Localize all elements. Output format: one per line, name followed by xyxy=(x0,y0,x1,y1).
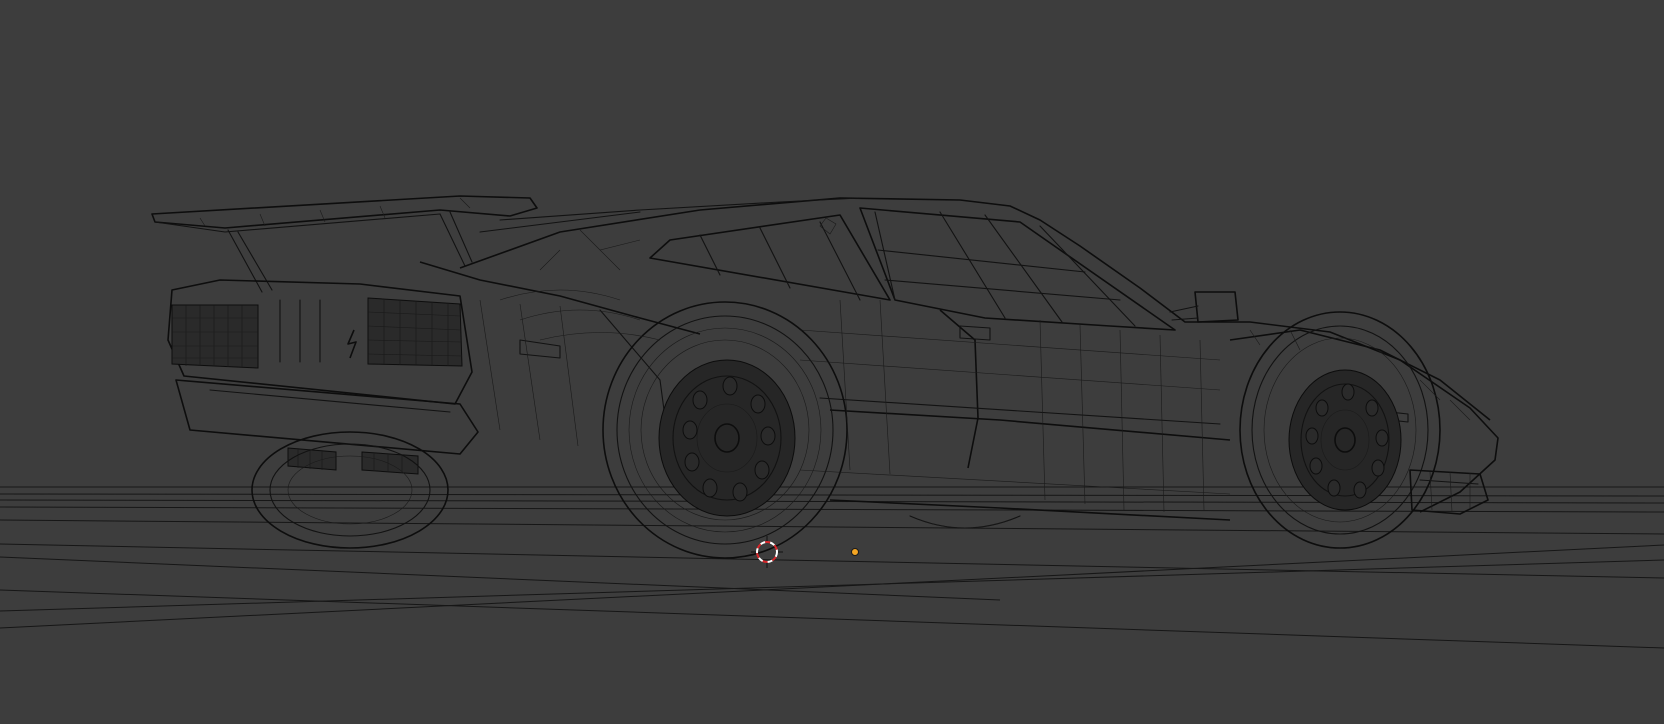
wireframe-scene[interactable] xyxy=(0,0,1664,724)
rear-right-wheel xyxy=(602,301,848,559)
front-right-wheel xyxy=(1239,311,1441,549)
car-wireframe[interactable] xyxy=(151,195,1499,559)
3d-viewport[interactable] xyxy=(0,0,1664,724)
object-origin[interactable] xyxy=(851,548,859,556)
3d-cursor[interactable] xyxy=(751,536,783,568)
ground-grid xyxy=(0,486,1664,649)
front-left-wheel xyxy=(909,515,1021,529)
rear-left-wheel xyxy=(251,431,449,549)
rear-fascia xyxy=(167,279,479,475)
rear-wing xyxy=(151,195,538,293)
